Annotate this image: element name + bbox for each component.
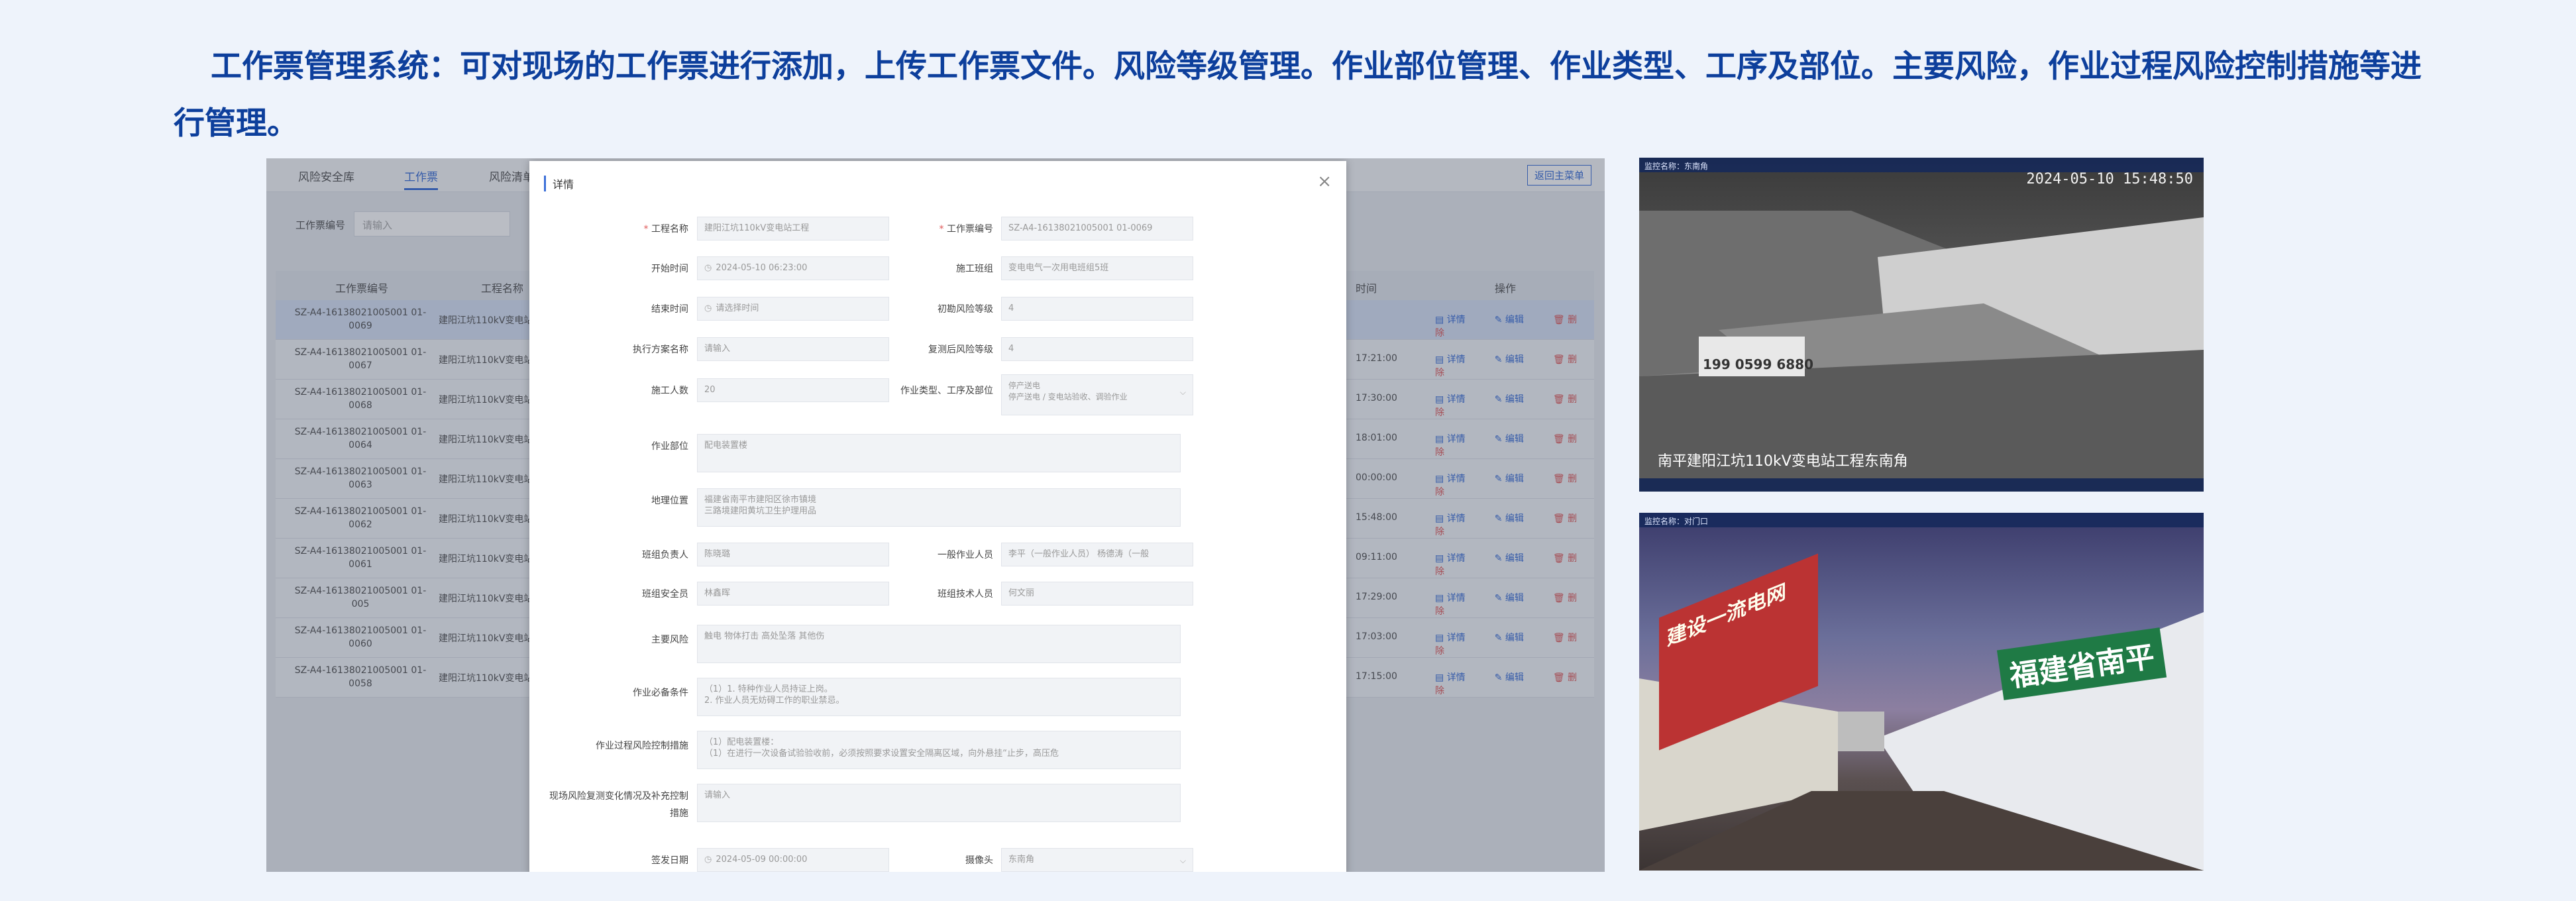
team-label: 施工班组: [956, 264, 993, 274]
work-part-field[interactable]: 配电装置楼: [697, 434, 1181, 472]
camera-footer: [1639, 478, 2204, 492]
ticket-no-field[interactable]: SZ-A4-16138021005001 01-0069: [1001, 217, 1193, 240]
camera-select[interactable]: 东南角 ⌵: [1001, 848, 1193, 872]
initial-risk-field[interactable]: 4: [1001, 297, 1193, 321]
recheck-change-label: 现场风险复测变化情况及补充控制措施: [549, 791, 688, 819]
clock-icon: ◷: [704, 303, 712, 313]
ticket-management-screenshot: 风险安全库 工作票 风险清单 返回主菜单 工作票编号 请输入 工作票编号 工程名…: [266, 158, 1605, 872]
page-heading: 工作票管理系统：可对现场的工作票进行添加，上传工作票文件。风险等级管理。作业部位…: [174, 48, 2422, 142]
main-risk-label: 主要风险: [651, 635, 688, 645]
main-risk-field[interactable]: 触电 物体打击 高处坠落 其他伤: [697, 625, 1181, 663]
camera-caption: 南平建阳江坑110kV变电站工程东南角: [1658, 453, 1908, 470]
ticket-no-label: * 工作票编号: [939, 224, 993, 235]
camera-label: 摄像头: [965, 855, 993, 866]
end-time-label: 结束时间: [651, 304, 688, 315]
chevron-down-icon: ⌵: [1179, 388, 1186, 397]
chevron-down-icon: ⌵: [1179, 856, 1186, 865]
location-label: 地理位置: [651, 496, 688, 506]
clock-icon: ◷: [704, 263, 712, 273]
project-name-label: * 工程名称: [643, 224, 688, 235]
safety-officer-label: 班组安全员: [642, 589, 688, 600]
phone-sign: 199 0599 6880: [1703, 356, 1814, 372]
work-type-label: 作业类型、工序及部位: [900, 386, 993, 396]
team-leader-label: 班组负责人: [642, 550, 688, 560]
location-field[interactable]: 福建省南平市建阳区徐市镇境 三路境建阳黄坑卫生护理用品: [697, 488, 1181, 527]
detail-modal: 详情 × * 工程名称 建阳江坑110kV变电站工程 * 工作票编号 SZ-A4…: [529, 161, 1346, 872]
initial-risk-label: 初勘风险等级: [938, 304, 993, 315]
issue-date-label: 签发日期: [651, 855, 688, 866]
work-part-label: 作业部位: [651, 441, 688, 452]
recheck-risk-label: 复测后风险等级: [928, 344, 993, 355]
clock-icon: ◷: [704, 855, 712, 865]
recheck-change-field[interactable]: 请输入: [697, 784, 1181, 822]
camera-feed-southeast: 监控名称：东南角 2024-05-10 15:48:50 199 0599 68…: [1639, 158, 2204, 492]
conditions-label: 作业必备条件: [633, 688, 688, 698]
building-scene: [1639, 211, 2204, 492]
tech-officer-label: 班组技术人员: [938, 589, 993, 600]
team-field[interactable]: 变电电气一次用电班组5班: [1001, 256, 1193, 280]
conditions-field[interactable]: （1）1. 特种作业人员持证上岗。 2. 作业人员无妨碍工作的职业禁忌。: [697, 678, 1181, 716]
work-type-select[interactable]: 停产送电 停产送电 / 变电站验收、调验作业 ⌵: [1001, 374, 1193, 415]
control-measures-field[interactable]: （1）配电装置楼： （1）在进行一次设备试验验收前，必须按照要求设置安全隔离区域…: [697, 731, 1181, 769]
close-icon[interactable]: ×: [1317, 172, 1332, 191]
general-worker-field[interactable]: 李平（一般作业人员） 杨德涛（一般: [1001, 543, 1193, 566]
control-measures-label: 作业过程风险控制措施: [596, 741, 688, 751]
modal-title: 详情: [544, 176, 574, 191]
workers-label: 施工人数: [651, 386, 688, 396]
general-worker-label: 一般作业人员: [938, 550, 993, 560]
start-time-label: 开始时间: [651, 264, 688, 274]
camera-feed-gate: 监控名称：对门口 建设一流电网 福建省南平: [1639, 513, 2204, 871]
plan-name-label: 执行方案名称: [633, 344, 688, 355]
recheck-risk-field[interactable]: 4: [1001, 337, 1193, 361]
tech-officer-field[interactable]: 何文丽: [1001, 582, 1193, 606]
